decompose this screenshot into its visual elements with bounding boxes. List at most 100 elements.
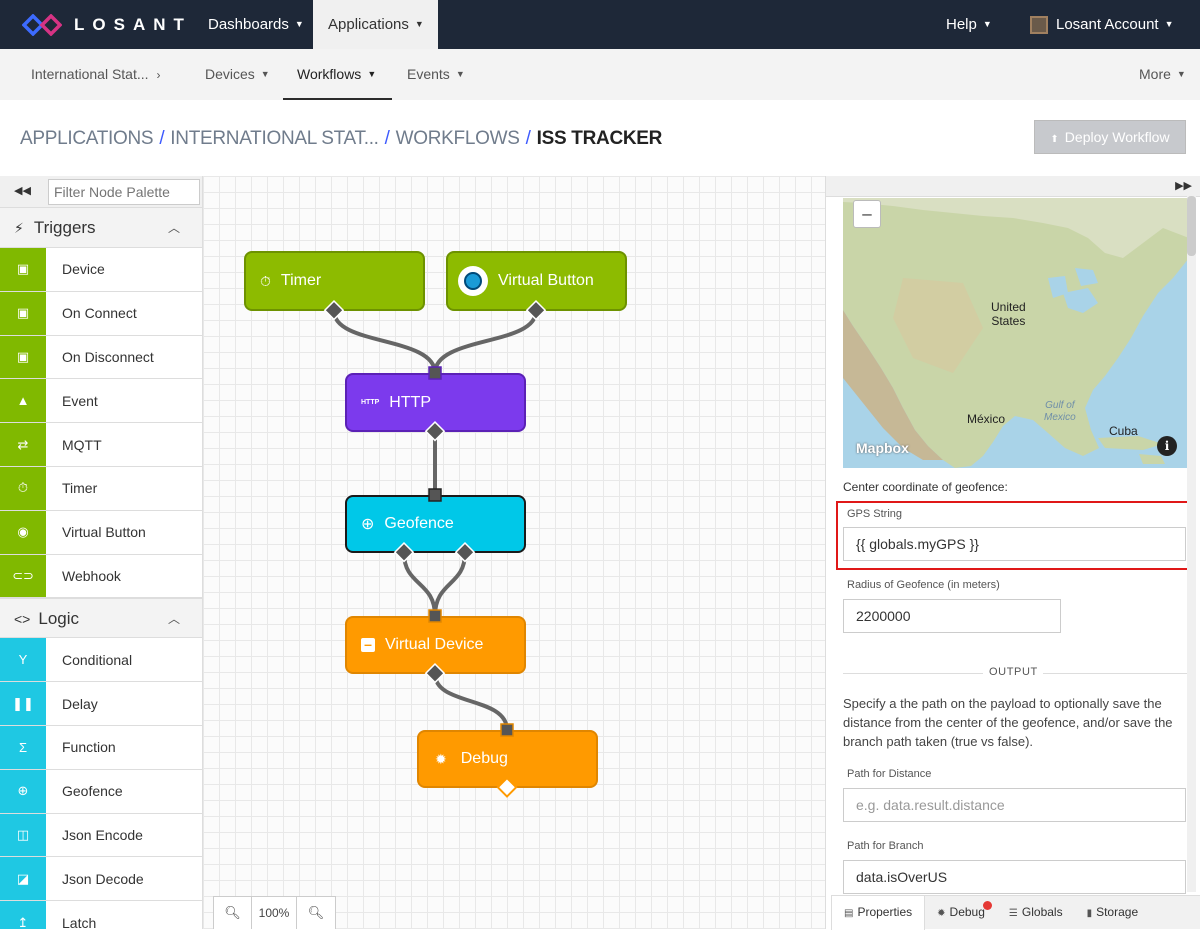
- mapbox-attribution[interactable]: Mapbox: [856, 440, 909, 456]
- palette-item-on-disconnect[interactable]: ▣ On Disconnect: [0, 335, 202, 380]
- node-timer[interactable]: ⏱ Timer: [244, 251, 425, 311]
- code-icon: <>: [14, 611, 31, 628]
- node-geofence[interactable]: ⊕ Geofence: [345, 495, 526, 553]
- palette-item-label: Virtual Button: [62, 524, 146, 541]
- bolt-icon: ⚡: [14, 220, 24, 236]
- palette-item-label: Device: [62, 261, 105, 278]
- map-label-us: United States: [991, 300, 1026, 328]
- branch-icon: Y: [0, 638, 46, 682]
- wire-vdevice-debug: [433, 673, 509, 731]
- palette-item-json-decode[interactable]: ◪ Json Decode: [0, 857, 202, 902]
- virtual-button-icon: [458, 266, 488, 296]
- subnav-events[interactable]: Events ▼: [407, 49, 465, 100]
- palette-item-function[interactable]: Σ Function: [0, 725, 202, 770]
- bug-icon: ✹: [435, 750, 447, 767]
- info-icon[interactable]: i: [1157, 436, 1177, 456]
- node-debug[interactable]: ✹ Debug: [417, 730, 598, 788]
- node-virtual-device[interactable]: – Virtual Device: [345, 616, 526, 674]
- palette-item-timer[interactable]: ⏱ Timer: [0, 466, 202, 511]
- subnav-workflows[interactable]: Workflows ▼: [283, 49, 392, 100]
- distance-path-label: Path for Distance: [847, 768, 932, 780]
- caret-down-icon: ▼: [414, 19, 424, 29]
- subnav-app-label: International Stat...: [31, 66, 149, 82]
- subnav-devices-label: Devices: [205, 66, 255, 82]
- palette-item-label: Function: [62, 739, 116, 756]
- palette-item-event[interactable]: ▲ Event: [0, 379, 202, 424]
- palette-item-mqtt[interactable]: ⇄ MQTT: [0, 423, 202, 467]
- wire-button-http: [433, 310, 538, 374]
- tab-globals-label: Globals: [1021, 905, 1063, 919]
- zoom-out-button[interactable]: 🔍︎: [214, 897, 252, 929]
- palette-item-device[interactable]: ▣ Device: [0, 248, 202, 292]
- stopwatch-icon: ⏱: [0, 466, 46, 510]
- node-virtual-button[interactable]: Virtual Button: [446, 251, 627, 311]
- crumb-workflows[interactable]: WORKFLOWS: [396, 128, 520, 149]
- palette-item-on-connect[interactable]: ▣ On Connect: [0, 291, 202, 336]
- bug-icon: ✹: [937, 908, 946, 919]
- subnav-app[interactable]: International Stat... ›: [31, 49, 161, 100]
- magnifier-minus-icon: 🔍︎: [224, 905, 241, 920]
- crumb-application[interactable]: INTERNATIONAL STAT...: [170, 128, 379, 149]
- tab-storage[interactable]: ▮ Storage: [1075, 896, 1151, 930]
- map-label-cuba: Cuba: [1109, 424, 1138, 438]
- logic-list: Y Conditional ❚❚ Delay Σ Function ⊕ Geofence ◫ Js…: [0, 638, 202, 929]
- palette-item-geofence[interactable]: ⊕ Geofence: [0, 769, 202, 814]
- geofence-map[interactable]: – United States México Gulf of Mexico Cu…: [843, 198, 1189, 468]
- palette-item-latch[interactable]: ↥ Latch: [0, 901, 202, 929]
- subnav-more[interactable]: More ▼: [1139, 49, 1186, 100]
- deploy-workflow-button[interactable]: ⬆ Deploy Workflow: [1034, 120, 1186, 154]
- palette-item-conditional[interactable]: Y Conditional: [0, 638, 202, 683]
- crosshair-icon: ⊕: [0, 769, 46, 813]
- collapse-left-icon[interactable]: ◀◀: [14, 184, 31, 197]
- zoom-in-button[interactable]: 🔍︎: [297, 897, 335, 929]
- triggers-section-header[interactable]: ⚡ Triggers ︿: [0, 208, 202, 248]
- subnav-events-label: Events: [407, 66, 450, 82]
- tab-debug[interactable]: ✹ Debug: [925, 896, 997, 930]
- scroll-thumb[interactable]: [1187, 196, 1196, 256]
- chevron-up-icon: ︿: [167, 612, 180, 627]
- debug-notification-badge: [983, 901, 993, 910]
- nav-account-label: Losant Account: [1056, 16, 1159, 33]
- distance-path-input[interactable]: e.g. data.result.distance: [843, 788, 1186, 822]
- nav-applications[interactable]: Applications ▼: [313, 0, 438, 49]
- tab-globals[interactable]: ☰ Globals: [997, 896, 1075, 930]
- map-label-mexico: México: [967, 412, 1006, 426]
- subnav-more-label: More: [1139, 66, 1171, 82]
- palette-item-label: Timer: [62, 480, 98, 497]
- breadcrumb: APPLICATIONS / INTERNATIONAL STAT... / WORKF…: [20, 128, 662, 150]
- collapse-right-icon[interactable]: ▶▶: [1175, 179, 1192, 192]
- radius-input[interactable]: 2200000: [843, 599, 1061, 633]
- map-label-gulf: Gulf of Mexico: [1044, 400, 1076, 423]
- triggers-title: Triggers: [33, 218, 96, 237]
- tab-properties[interactable]: ▤ Properties: [831, 896, 926, 930]
- palette-item-json-encode[interactable]: ◫ Json Encode: [0, 813, 202, 858]
- palette-item-webhook[interactable]: ⊂⊃ Webhook: [0, 554, 202, 599]
- node-http[interactable]: HTTP HTTP: [345, 373, 526, 432]
- branch-path-input[interactable]: data.isOverUS: [843, 860, 1186, 894]
- palette-item-virtual-button[interactable]: ◉ Virtual Button: [0, 510, 202, 555]
- palette-item-label: Json Encode: [62, 826, 143, 843]
- encode-icon: ◫: [0, 813, 46, 857]
- nav-help[interactable]: Help ▼: [946, 0, 992, 49]
- radio-icon: ◉: [0, 510, 46, 554]
- nav-account[interactable]: Losant Account ▼: [1030, 0, 1174, 49]
- palette-item-label: Webhook: [62, 567, 121, 584]
- node-debug-label: Debug: [460, 750, 508, 767]
- palette-item-label: Geofence: [62, 783, 123, 800]
- crumb-separator: /: [525, 128, 531, 149]
- map-zoom-out-button[interactable]: –: [853, 200, 881, 228]
- workflow-canvas[interactable]: ⏱ Timer Virtual Button HTTP HTTP ⊕ Geofence…: [203, 176, 825, 929]
- gps-string-input[interactable]: {{ globals.myGPS }}: [843, 527, 1186, 561]
- crumb-applications[interactable]: APPLICATIONS: [20, 128, 154, 149]
- filter-node-palette-input[interactable]: [48, 179, 200, 205]
- nav-dashboards[interactable]: Dashboards ▼: [208, 0, 304, 49]
- properties-panel: ▶▶ – United States México Gulf of Mexico…: [825, 176, 1200, 929]
- logic-section-header[interactable]: <> Logic ︿: [0, 598, 202, 639]
- link-icon: ⊂⊃: [0, 554, 46, 598]
- subnav-devices[interactable]: Devices ▼: [205, 49, 270, 100]
- properties-scrollbar[interactable]: [1187, 196, 1196, 892]
- node-http-label: HTTP: [389, 393, 432, 411]
- palette-item-delay[interactable]: ❚❚ Delay: [0, 682, 202, 726]
- node-palette: ◀◀ ⚡ Triggers ︿ ▣ Device ▣ On Connect ▣ On Dis…: [0, 176, 203, 929]
- losant-logo[interactable]: LOSANT: [22, 13, 192, 37]
